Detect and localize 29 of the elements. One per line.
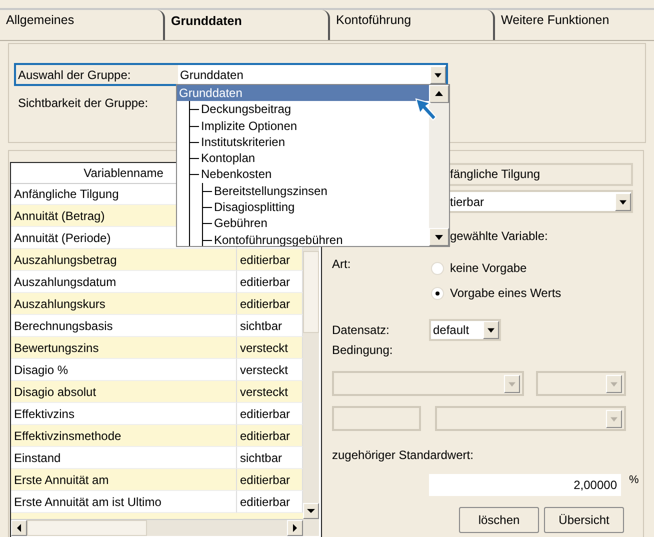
table-cell: Effektivzinsmethode: [11, 425, 237, 447]
field-label: zugehöriger Standardwert:: [332, 448, 474, 464]
radio-button[interactable]: [431, 286, 444, 300]
table-cell: Bewertungszins: [11, 337, 237, 359]
table-cell: Erste Annuität am: [11, 469, 237, 491]
field-label: Art:: [332, 257, 352, 273]
unit-label: %: [629, 474, 639, 486]
field-label: Datensatz:: [332, 323, 390, 337]
radio-button[interactable]: [431, 262, 444, 274]
radio-label: Vorgabe eines Werts: [450, 286, 562, 300]
list-scrollbar[interactable]: [429, 85, 449, 246]
field-label: Bedingung:: [332, 343, 394, 357]
table-cell: Disagio absolut: [11, 381, 237, 403]
default-value-field[interactable]: 2,00000: [429, 474, 621, 496]
group-combo[interactable]: Grunddaten: [178, 65, 446, 84]
group-list-item[interactable]: Implizite Optionen: [199, 118, 300, 134]
table-cell: Auszahlungskurs: [11, 293, 237, 315]
table-cell: Auszahlungsbetrag: [11, 249, 237, 271]
horizontal-scrollbar[interactable]: [11, 519, 303, 536]
group-list-item[interactable]: Institutskriterien: [199, 134, 288, 150]
group-list-item[interactable]: Deckungsbeitrag: [199, 101, 294, 118]
action-button[interactable]: Übersicht: [544, 507, 624, 533]
section-label: gewählte Variable:: [450, 229, 548, 245]
mouse-cursor-icon: [414, 97, 438, 123]
action-button[interactable]: löschen: [459, 507, 539, 533]
field-label: Auswahl der Gruppe:: [18, 68, 132, 82]
dataset-combo[interactable]: default: [429, 319, 501, 341]
radio-label: keine Vorgabe: [450, 261, 527, 275]
field-label: Sichtbarkeit der Gruppe:: [18, 96, 148, 110]
